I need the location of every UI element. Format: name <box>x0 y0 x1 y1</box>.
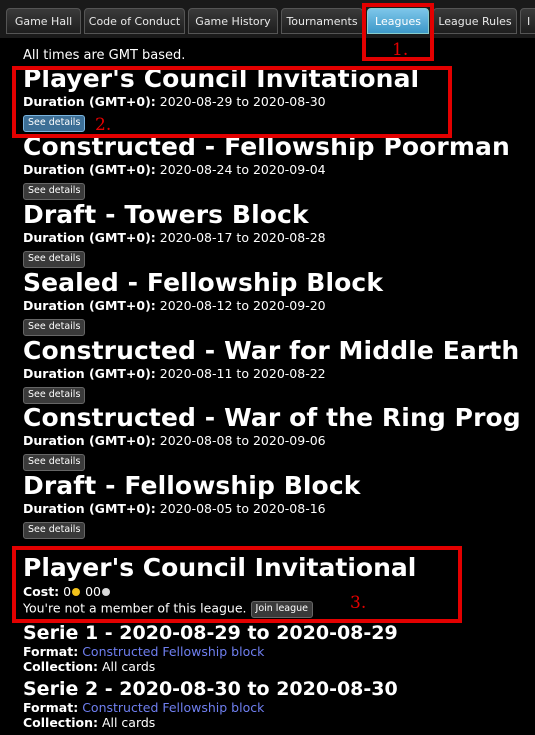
league-duration: Duration (GMT+0): 2020-08-17 to 2020-08-… <box>23 230 326 245</box>
league-entry: Draft - Towers Block Duration (GMT+0): 2… <box>23 201 535 268</box>
league-duration: Duration (GMT+0): 2020-08-05 to 2020-08-… <box>23 501 326 516</box>
see-details-button[interactable]: See details <box>23 183 86 200</box>
serie-format: Format: Constructed Fellowship block <box>23 700 265 715</box>
serie-format: Format: Constructed Fellowship block <box>23 644 265 659</box>
silver-amount: 00 <box>85 584 102 599</box>
league-duration: Duration (GMT+0): 2020-08-08 to 2020-09-… <box>23 433 326 448</box>
league-duration: Duration (GMT+0): 2020-08-24 to 2020-09-… <box>23 162 326 177</box>
serie-title: Serie 1 - 2020-08-29 to 2020-08-29 <box>23 622 398 644</box>
gold-coin-icon <box>72 588 81 596</box>
silver-coin-icon <box>102 588 111 596</box>
league-entry: Sealed - Fellowship Block Duration (GMT+… <box>23 269 535 336</box>
tab-tournaments[interactable]: Tournaments <box>281 8 363 34</box>
league-entry: Constructed - War for Middle Earth Durat… <box>23 337 535 404</box>
serie-entry: Serie 2 - 2020-08-30 to 2020-08-30 Forma… <box>23 678 535 731</box>
league-title: Constructed - War of the Ring Prog <box>23 403 521 432</box>
league-detail: Player's Council Invitational Cost: 0 00… <box>23 554 535 618</box>
timezone-note: All times are GMT based. <box>23 48 186 63</box>
league-entry: Constructed - War of the Ring Prog Durat… <box>23 404 535 471</box>
league-title: Draft - Fellowship Block <box>23 471 361 500</box>
serie-collection: Collection: All cards <box>23 715 156 730</box>
join-league-button[interactable]: Join league <box>250 601 314 618</box>
tab-code-of-conduct[interactable]: Code of Conduct <box>84 8 185 34</box>
annotation-label: 3. <box>350 593 367 613</box>
annotation-label: 1. <box>392 40 409 60</box>
tab-overflow[interactable]: I <box>520 8 535 34</box>
see-details-button[interactable]: See details <box>23 522 86 539</box>
membership-status: You're not a member of this league. Join… <box>23 600 535 618</box>
league-title: Player's Council Invitational <box>23 64 420 93</box>
league-entry: Draft - Fellowship Block Duration (GMT+0… <box>23 472 535 539</box>
league-title: Constructed - War for Middle Earth <box>23 336 520 365</box>
serie-entry: Serie 1 - 2020-08-29 to 2020-08-29 Forma… <box>23 622 535 675</box>
see-details-button[interactable]: See details <box>23 454 86 471</box>
gold-amount: 0 <box>63 584 72 599</box>
league-duration: Duration (GMT+0): 2020-08-12 to 2020-09-… <box>23 298 326 313</box>
see-details-button[interactable]: See details <box>23 319 86 336</box>
tab-game-hall[interactable]: Game Hall <box>6 8 81 34</box>
league-title: Draft - Towers Block <box>23 200 309 229</box>
league-duration: Duration (GMT+0): 2020-08-29 to 2020-08-… <box>23 94 326 109</box>
tab-game-history[interactable]: Game History <box>188 8 278 34</box>
see-details-button[interactable]: See details <box>23 251 86 268</box>
serie-title: Serie 2 - 2020-08-30 to 2020-08-30 <box>23 678 398 700</box>
tab-league-rules[interactable]: League Rules <box>433 8 517 34</box>
annotation-label: 2. <box>95 115 112 135</box>
tab-leagues[interactable]: Leagues <box>367 8 429 34</box>
league-title: Sealed - Fellowship Block <box>23 268 384 297</box>
league-duration: Duration (GMT+0): 2020-08-11 to 2020-08-… <box>23 366 326 381</box>
serie-collection: Collection: All cards <box>23 659 156 674</box>
format-link[interactable]: Constructed Fellowship block <box>82 644 264 659</box>
see-details-button[interactable]: See details <box>23 115 86 132</box>
league-entry: Constructed - Fellowship Poorman Duratio… <box>23 133 535 200</box>
see-details-button[interactable]: See details <box>23 387 86 404</box>
tab-bar: Game Hall Code of Conduct Game History T… <box>0 0 535 38</box>
league-title: Constructed - Fellowship Poorman <box>23 132 510 161</box>
format-link[interactable]: Constructed Fellowship block <box>82 700 264 715</box>
leagues-content: All times are GMT based. Player's Counci… <box>0 38 535 735</box>
league-cost: Cost: 0 00 <box>23 584 535 599</box>
league-detail-title: Player's Council Invitational <box>23 553 417 582</box>
